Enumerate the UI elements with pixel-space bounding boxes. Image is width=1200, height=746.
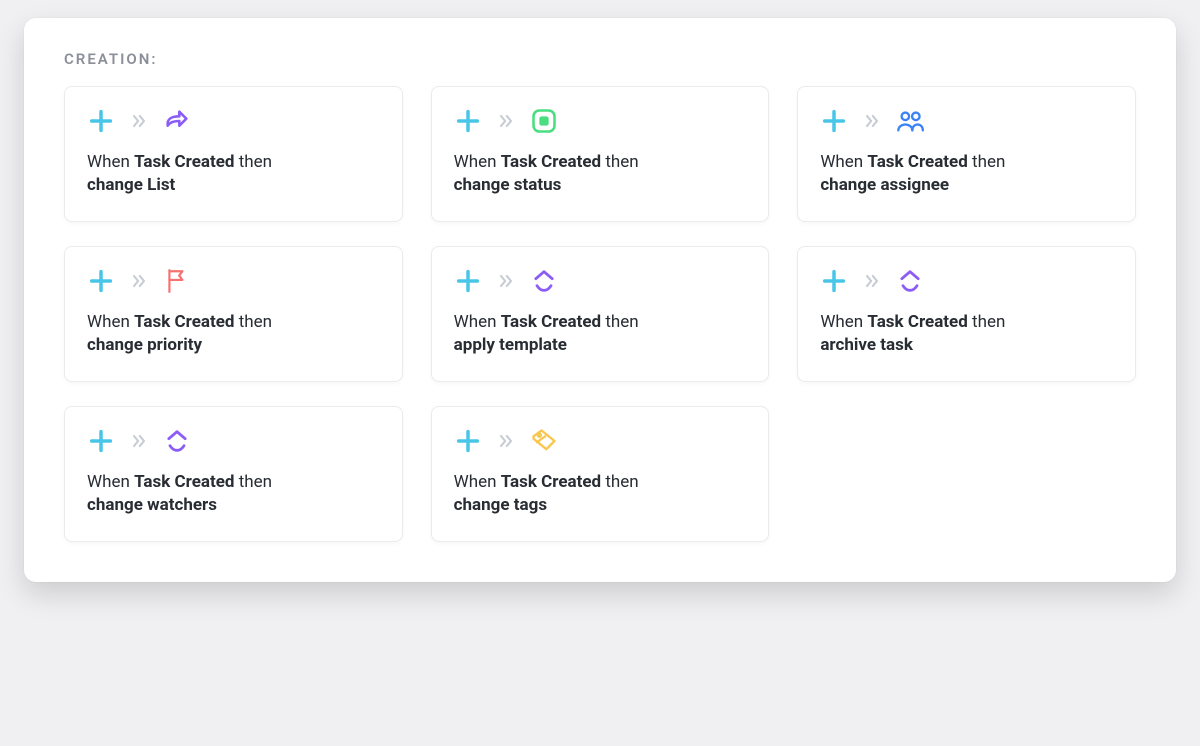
chevrons-icon: [129, 271, 149, 291]
tag-icon: [530, 427, 558, 455]
trigger-text: Task Created: [501, 312, 601, 332]
automation-card-change-tags[interactable]: When Task Created then change tags: [431, 406, 770, 542]
then-text: then: [239, 152, 272, 172]
chevrons-icon: [496, 271, 516, 291]
plus-icon: [87, 427, 115, 455]
automation-card-change-list[interactable]: When Task Created then change List: [64, 86, 403, 222]
icon-row: [820, 107, 1113, 135]
chevrons-icon: [862, 271, 882, 291]
automation-description: When Task Created then apply template: [454, 311, 747, 357]
plus-icon: [454, 267, 482, 295]
people-icon: [896, 107, 924, 135]
clickup-icon: [163, 427, 191, 455]
automation-card-change-assignee[interactable]: When Task Created then change assignee: [797, 86, 1136, 222]
plus-icon: [454, 427, 482, 455]
flag-icon: [163, 267, 191, 295]
icon-row: [87, 427, 380, 455]
section-title: CREATION:: [64, 50, 1136, 68]
trigger-text: Task Created: [134, 472, 234, 492]
clickup-icon: [896, 267, 924, 295]
action-text: change watchers: [87, 495, 217, 515]
action-text: change assignee: [820, 175, 949, 195]
action-text: change priority: [87, 335, 202, 355]
prefix-text: When: [87, 312, 130, 332]
icon-row: [454, 267, 747, 295]
action-text: change List: [87, 175, 175, 195]
then-text: then: [972, 312, 1005, 332]
action-text: change tags: [454, 495, 547, 515]
chevrons-icon: [862, 111, 882, 131]
trigger-text: Task Created: [867, 312, 967, 332]
then-text: then: [605, 472, 638, 492]
automation-card-change-status[interactable]: When Task Created then change status: [431, 86, 770, 222]
action-text: archive task: [820, 335, 913, 355]
plus-icon: [87, 107, 115, 135]
prefix-text: When: [454, 152, 497, 172]
icon-row: [820, 267, 1113, 295]
chevrons-icon: [129, 431, 149, 451]
chevrons-icon: [496, 111, 516, 131]
then-text: then: [972, 152, 1005, 172]
prefix-text: When: [87, 472, 130, 492]
chevrons-icon: [496, 431, 516, 451]
icon-row: [454, 427, 747, 455]
action-text: change status: [454, 175, 562, 195]
clickup-icon: [530, 267, 558, 295]
automation-card-change-priority[interactable]: When Task Created then change priority: [64, 246, 403, 382]
automation-grid: When Task Created then change List When T…: [64, 86, 1136, 542]
trigger-text: Task Created: [134, 312, 234, 332]
trigger-text: Task Created: [501, 152, 601, 172]
plus-icon: [87, 267, 115, 295]
automation-card-change-watchers[interactable]: When Task Created then change watchers: [64, 406, 403, 542]
prefix-text: When: [87, 152, 130, 172]
icon-row: [87, 107, 380, 135]
action-text: apply template: [454, 335, 567, 355]
trigger-text: Task Created: [501, 472, 601, 492]
automation-description: When Task Created then archive task: [820, 311, 1113, 357]
automation-description: When Task Created then change List: [87, 151, 380, 197]
plus-icon: [820, 107, 848, 135]
automation-card-archive-task[interactable]: When Task Created then archive task: [797, 246, 1136, 382]
then-text: then: [239, 472, 272, 492]
then-text: then: [239, 312, 272, 332]
chevrons-icon: [129, 111, 149, 131]
trigger-text: Task Created: [134, 152, 234, 172]
automation-card-apply-template[interactable]: When Task Created then apply template: [431, 246, 770, 382]
status-square-icon: [530, 107, 558, 135]
icon-row: [454, 107, 747, 135]
icon-row: [87, 267, 380, 295]
automation-description: When Task Created then change watchers: [87, 471, 380, 517]
automation-description: When Task Created then change status: [454, 151, 747, 197]
prefix-text: When: [820, 152, 863, 172]
plus-icon: [820, 267, 848, 295]
automation-description: When Task Created then change assignee: [820, 151, 1113, 197]
forward-arrow-icon: [163, 107, 191, 135]
prefix-text: When: [820, 312, 863, 332]
then-text: then: [605, 312, 638, 332]
automation-description: When Task Created then change priority: [87, 311, 380, 357]
plus-icon: [454, 107, 482, 135]
then-text: then: [605, 152, 638, 172]
prefix-text: When: [454, 472, 497, 492]
automation-description: When Task Created then change tags: [454, 471, 747, 517]
prefix-text: When: [454, 312, 497, 332]
automation-panel: CREATION: When Task Created then change L…: [24, 18, 1176, 582]
trigger-text: Task Created: [867, 152, 967, 172]
